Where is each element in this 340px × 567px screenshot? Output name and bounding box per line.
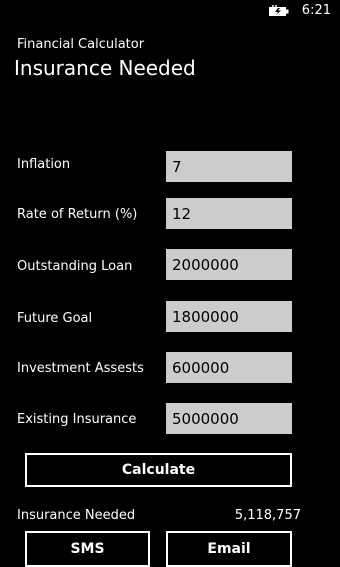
sms-button[interactable]: SMS [25, 531, 150, 567]
status-bar: 6:21 [0, 0, 340, 24]
inflation-label: Inflation [17, 157, 71, 172]
existing-insurance-label: Existing Insurance [17, 412, 137, 427]
app-title: Financial Calculator [17, 37, 145, 52]
status-time: 6:21 [301, 3, 331, 18]
rate-of-return-label: Rate of Return (%) [17, 207, 138, 222]
investment-assets-input[interactable] [166, 352, 292, 383]
existing-insurance-input[interactable] [166, 403, 292, 434]
calculate-button[interactable]: Calculate [25, 453, 292, 487]
rate-of-return-input[interactable] [166, 198, 292, 229]
page-title: Insurance Needed [14, 56, 196, 80]
future-goal-label: Future Goal [17, 311, 93, 326]
result-label: Insurance Needed [17, 508, 136, 523]
result-value: 5,118,757 [234, 508, 301, 523]
investment-assets-label: Investment Assests [17, 361, 144, 376]
email-button[interactable]: Email [166, 531, 292, 567]
battery-charging-icon [269, 5, 289, 16]
outstanding-loan-label: Outstanding Loan [17, 259, 133, 274]
future-goal-input[interactable] [166, 301, 292, 332]
inflation-input[interactable] [166, 151, 292, 182]
outstanding-loan-input[interactable] [166, 249, 292, 280]
